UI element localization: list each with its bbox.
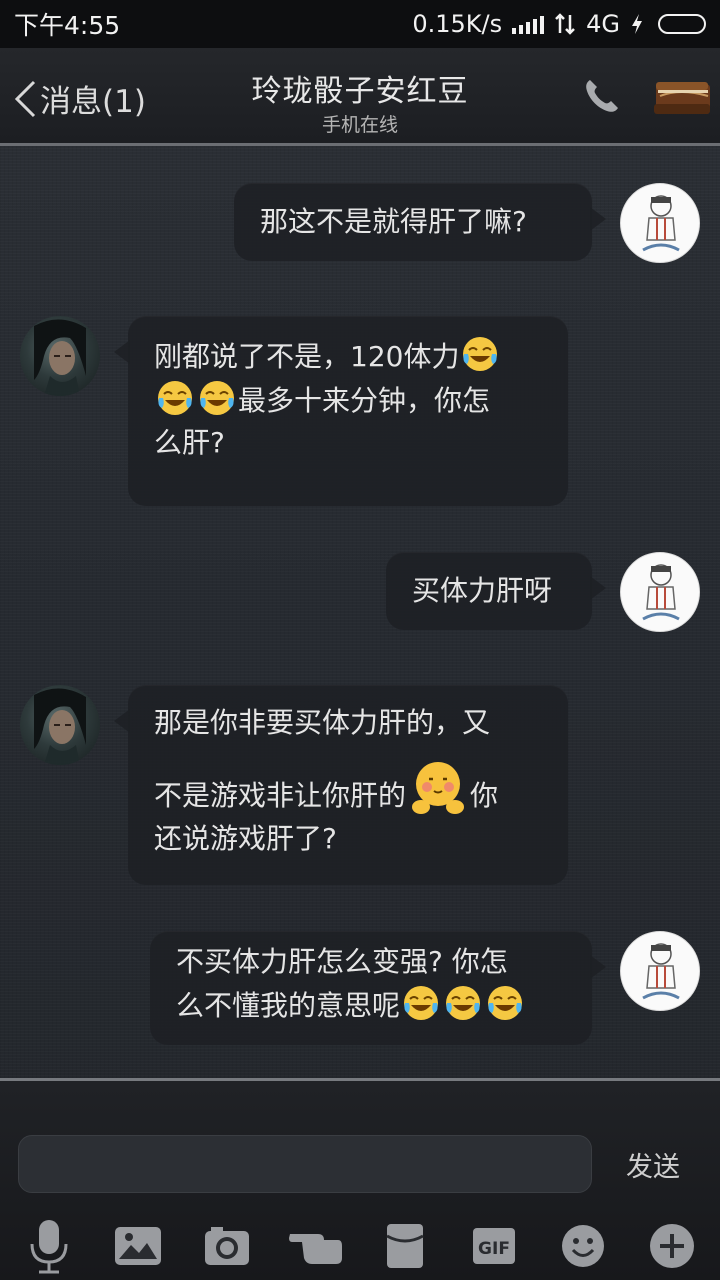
gif-label: GIF [478,1239,510,1259]
message-bubble[interactable]: 刚都说了不是，120体力 最多十来分钟，你怎 么肝? [114,316,568,506]
shy-face-emoji-icon [412,761,465,814]
battery-icon [658,14,706,34]
sketch-person-icon [642,195,680,252]
portrait-icon [34,688,86,765]
tears-of-joy-emoji-icon [446,986,481,1020]
emoji-icon [561,1225,604,1267]
phone-icon[interactable] [580,74,624,118]
message-text: 么不懂我的意思呢 [176,989,401,1022]
message-line: 不是游戏非让你肝的 你 [154,757,542,819]
my-avatar[interactable] [620,552,700,632]
tears-of-joy-emoji-icon [488,986,523,1020]
poke-button[interactable] [288,1218,344,1274]
charging-icon [632,14,642,34]
network-type: 4G [586,10,620,38]
message-text: 不买体力肝怎么变强? 你怎 [176,945,508,978]
message-line: 刚都说了不是，120体力 [154,334,542,378]
sketch-person-icon [642,943,680,1000]
message-text: 那是你非要买体力肝的，又 [154,706,491,739]
my-avatar[interactable] [620,183,700,263]
message-line: 那是你非要买体力肝的，又 [154,703,542,743]
message-text: 那这不是就得肝了嘛? [260,205,527,238]
data-transfer-icon [555,13,576,35]
network-speed: 0.15K/s [412,10,503,38]
input-panel: 发送 GIF [0,1078,720,1280]
message-line: 么肝? [154,422,542,464]
mic-icon [30,1220,67,1274]
friend-avatar[interactable] [20,316,100,396]
send-button[interactable]: 发送 [626,1145,680,1184]
message-bubble[interactable]: 买体力肝呀 [386,552,606,630]
message-line: 么不懂我的意思呢 [176,983,566,1027]
message-line: 还说游戏肝了? [154,819,542,859]
status-right: 0.15K/s 4G [412,10,706,38]
message-text: 还说游戏肝了? [154,821,337,855]
tears-of-joy-emoji-icon [158,381,192,415]
picture-button[interactable] [110,1218,166,1274]
message-bubble[interactable]: 那这不是就得肝了嘛? [234,183,606,261]
emoji-button[interactable] [555,1218,611,1274]
signal-icon [512,14,545,34]
sketch-person-icon [642,564,680,621]
message-text: 你 [470,778,499,812]
profile-book-icon[interactable] [650,74,714,120]
message-line: 不买体力肝怎么变强? 你怎 [176,941,566,983]
message-text: 刚都说了不是，120体力 [154,340,460,373]
message-list[interactable]: 那这不是就得肝了嘛? 刚都说了不是，120体力 最多十来分钟，你怎 么肝? 买体… [0,149,720,1078]
plus-icon [649,1224,694,1268]
message-input[interactable] [18,1135,592,1193]
input-toolbar: GIF [0,1209,720,1280]
tears-of-joy-emoji-icon [200,381,234,415]
my-avatar[interactable] [620,931,700,1011]
status-time: 下午4:55 [14,11,121,40]
message-text: 买体力肝呀 [412,574,553,607]
message-text: 么肝? [154,426,225,459]
camera-button[interactable] [199,1218,255,1274]
gif-icon: GIF [472,1228,515,1264]
more-button[interactable] [644,1218,700,1274]
poke-icon [288,1234,342,1264]
tears-of-joy-emoji-icon [463,337,498,371]
message-text: 最多十来分钟，你怎 [238,384,491,417]
tears-of-joy-emoji-icon [404,986,439,1020]
gif-button[interactable]: GIF [466,1218,522,1274]
chat-header: 消息(1) 玲珑骰子安红豆 手机在线 [0,48,720,146]
red-packet-button[interactable] [377,1218,433,1274]
message-text: 不是游戏非让你肝的 [154,778,407,812]
portrait-icon [34,319,86,396]
message-bubble[interactable]: 那是你非要买体力肝的，又 不是游戏非让你肝的 你 还说游戏肝了? [114,685,568,885]
friend-avatar[interactable] [20,685,100,765]
camera-icon [204,1227,249,1265]
message-bubble[interactable]: 不买体力肝怎么变强? 你怎 么不懂我的意思呢 [150,931,606,1045]
message-line: 最多十来分钟，你怎 [154,378,542,422]
picture-icon [114,1227,161,1265]
red-packet-icon [385,1224,424,1268]
chat-screen: 下午4:55 0.15K/s 4G 消息(1) 玲珑骰子安红豆 手机在线 那这不… [0,0,720,1280]
status-bar: 下午4:55 0.15K/s 4G [0,0,720,48]
voice-button[interactable] [21,1218,77,1274]
